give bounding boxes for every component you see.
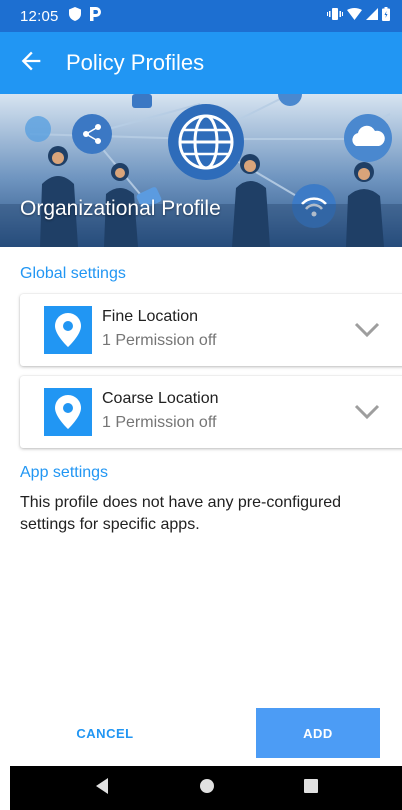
setting-card-fine-location[interactable]: Fine Location 1 Permission off — [20, 294, 402, 366]
banner-illustration — [0, 94, 402, 247]
setting-subtitle: 1 Permission off — [102, 414, 217, 431]
p-icon — [89, 6, 101, 26]
app-settings-description: This profile does not have any pre-confi… — [20, 494, 342, 533]
profile-banner: Organizational Profile — [0, 94, 402, 247]
shield-icon — [68, 6, 81, 26]
home-circle-icon[interactable] — [199, 778, 215, 799]
setting-subtitle: 1 Permission off — [102, 332, 217, 349]
recents-square-icon[interactable] — [303, 778, 318, 798]
chevron-down-icon[interactable] — [352, 318, 382, 342]
navigation-bar — [10, 766, 402, 810]
location-pin-icon — [44, 306, 92, 354]
global-settings-label: Global settings — [20, 265, 126, 282]
back-triangle-icon[interactable] — [94, 777, 110, 800]
chevron-down-icon[interactable] — [352, 400, 382, 424]
profile-name: Organizational Profile — [20, 197, 221, 220]
setting-card-coarse-location[interactable]: Coarse Location 1 Permission off — [20, 376, 402, 448]
setting-title: Fine Location — [102, 308, 199, 325]
vibrate-icon — [327, 7, 343, 25]
location-pin-icon — [44, 388, 92, 436]
status-time: 12:05 — [20, 7, 59, 25]
app-settings-label: App settings — [20, 464, 109, 481]
add-button[interactable]: ADD — [256, 708, 380, 758]
arrow-back-icon — [17, 47, 45, 80]
status-bar: 12:05 — [0, 0, 402, 32]
signal-icon — [366, 7, 378, 25]
cancel-button[interactable]: CANCEL — [40, 708, 170, 758]
page-title: Policy Profiles — [66, 50, 205, 75]
app-bar: Policy Profiles — [0, 32, 402, 94]
battery-icon — [382, 6, 390, 26]
wifi-icon — [347, 7, 362, 25]
back-button[interactable] — [0, 32, 62, 94]
setting-title: Coarse Location — [102, 390, 219, 407]
